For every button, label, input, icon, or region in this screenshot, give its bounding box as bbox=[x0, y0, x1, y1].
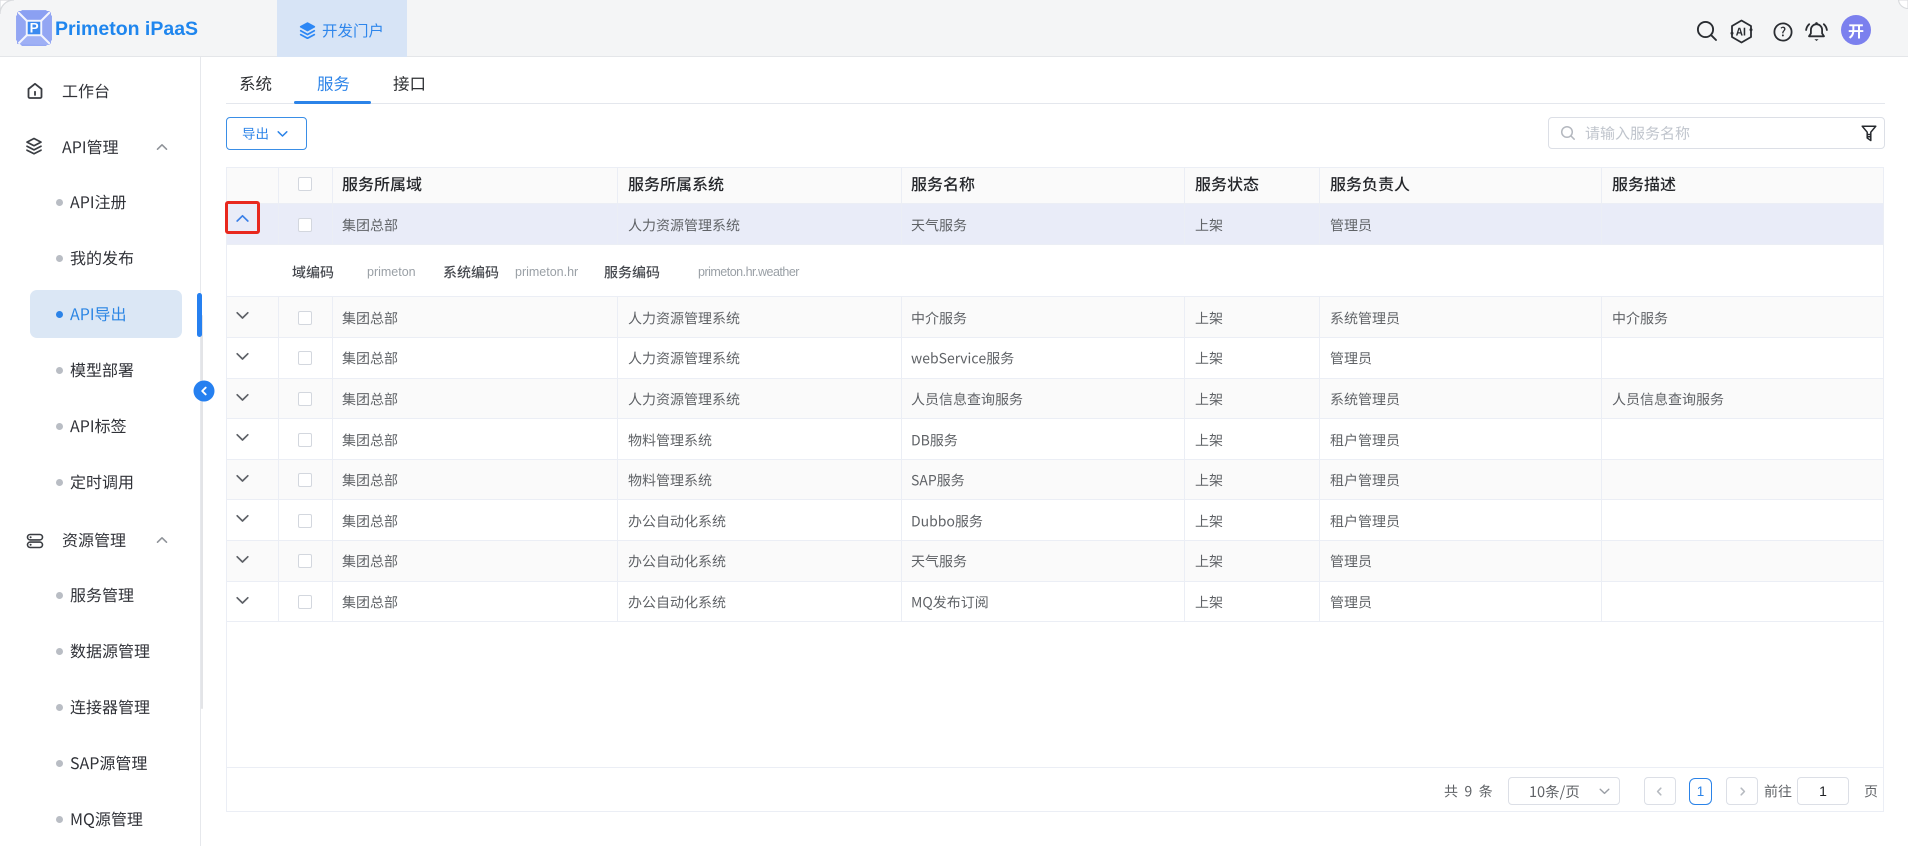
svg-text:P: P bbox=[30, 21, 39, 36]
